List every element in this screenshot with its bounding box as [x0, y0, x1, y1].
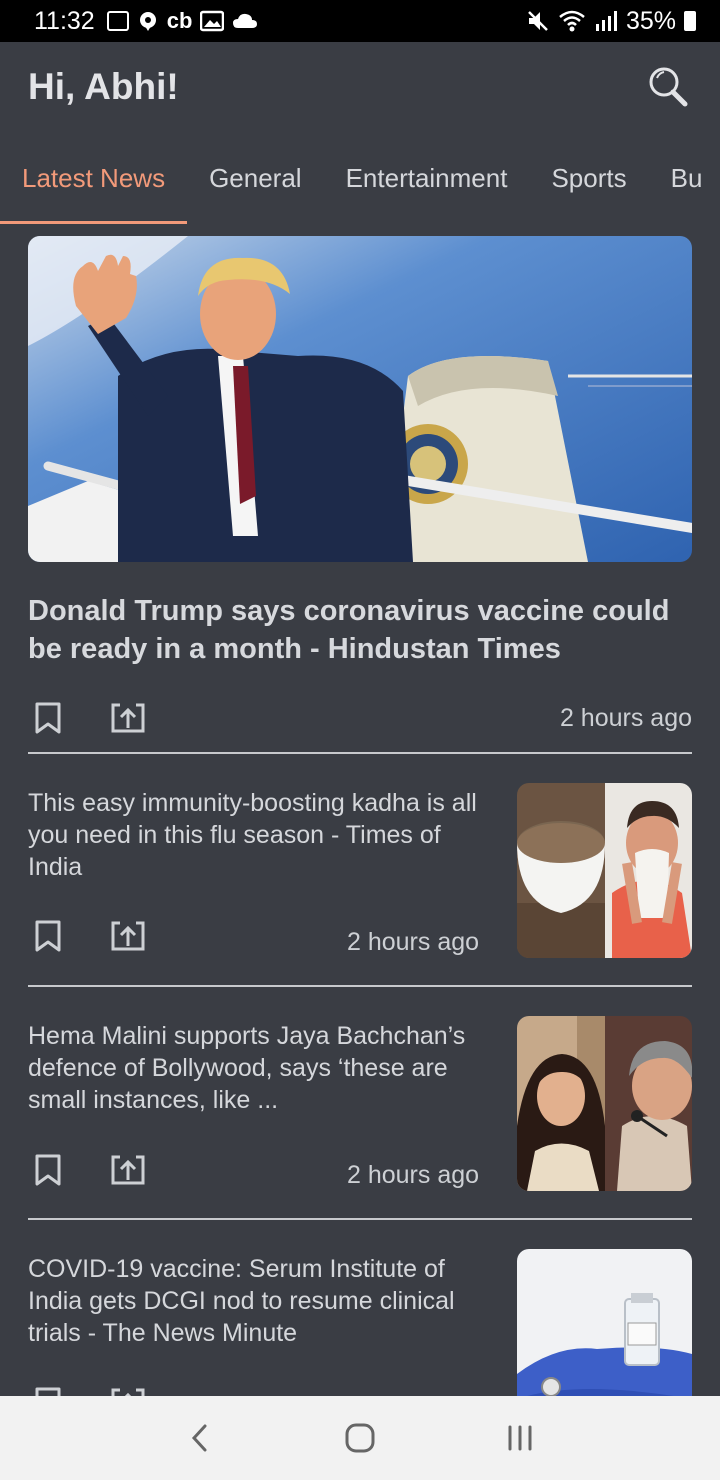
bookmark-button[interactable] [28, 916, 68, 956]
signal-icon [595, 11, 617, 31]
share-button[interactable] [108, 1150, 148, 1190]
recents-button[interactable] [490, 1408, 550, 1468]
bookmark-icon [35, 702, 61, 734]
share-icon [111, 1155, 145, 1185]
share-icon [111, 1388, 145, 1396]
chat-icon [139, 12, 156, 31]
bookmark-icon [35, 1387, 61, 1396]
hero-article-image[interactable] [28, 236, 692, 562]
search-button[interactable] [644, 63, 692, 111]
tab-business[interactable]: Bu [649, 132, 720, 224]
divider [28, 985, 692, 987]
bookmark-button[interactable] [28, 698, 68, 738]
search-icon [649, 67, 688, 107]
tab-general[interactable]: General [187, 132, 324, 224]
article-actions-kadha [28, 916, 188, 956]
gallery-icon [200, 10, 225, 32]
bookmark-icon [35, 920, 61, 952]
cloud-icon [233, 13, 258, 28]
article-time-kadha: 2 hours ago [347, 928, 480, 956]
battery-icon [684, 11, 696, 31]
system-nav-bar [0, 1396, 720, 1480]
app-header: Hi, Abhi! [0, 42, 720, 132]
tab-latest-news[interactable]: Latest News [0, 132, 188, 224]
home-button[interactable] [330, 1408, 390, 1468]
hero-article-actions [28, 698, 188, 738]
article-thumbnail-kadha[interactable] [517, 783, 692, 958]
status-time: 11:32 [34, 6, 95, 35]
battery-percent: 35% [625, 6, 676, 35]
status-bar: 11:32 cb 35% [0, 0, 720, 42]
share-icon [111, 921, 145, 951]
share-icon [111, 703, 145, 733]
hero-article-title[interactable]: Donald Trump says coronavirus vaccine co… [28, 592, 692, 668]
back-icon [191, 1424, 207, 1452]
divider [28, 752, 692, 754]
back-button[interactable] [170, 1408, 230, 1468]
article-title-serum-institute[interactable]: COVID-19 vaccine: Serum Institute of Ind… [28, 1253, 498, 1349]
article-title-kadha[interactable]: This easy immunity-boosting kadha is all… [28, 787, 498, 883]
article-thumbnail-serum-institute[interactable] [517, 1249, 692, 1396]
share-button[interactable] [108, 698, 148, 738]
bookmark-icon [35, 1154, 61, 1186]
article-actions-serum-institute [28, 1383, 188, 1396]
share-button[interactable] [108, 1383, 148, 1396]
article-title-hema-malini[interactable]: Hema Malini supports Jaya Bachchan’s def… [28, 1020, 498, 1116]
mute-icon [528, 11, 548, 31]
category-tabs: Latest News General Entertainment Sports… [0, 132, 720, 224]
calendar-icon [106, 11, 129, 31]
bookmark-button[interactable] [28, 1150, 68, 1190]
article-time-hema-malini: 2 hours ago [347, 1161, 480, 1189]
home-icon [345, 1423, 375, 1453]
recents-icon [508, 1425, 532, 1451]
notification-icons: cb [106, 8, 259, 34]
article-thumbnail-hema-malini[interactable] [517, 1016, 692, 1191]
tab-entertainment[interactable]: Entertainment [324, 132, 530, 224]
greeting-title: Hi, Abhi! [28, 66, 179, 107]
cricbuzz-icon: cb [166, 8, 193, 33]
article-actions-hema-malini [28, 1150, 188, 1190]
hero-article-time: 2 hours ago [559, 704, 692, 732]
share-button[interactable] [108, 916, 148, 956]
news-feed[interactable]: Donald Trump says coronavirus vaccine co… [0, 224, 720, 1396]
wifi-icon [559, 10, 585, 32]
system-icons: 35% [526, 7, 696, 36]
bookmark-button[interactable] [28, 1383, 68, 1396]
divider [28, 1218, 692, 1220]
tab-sports[interactable]: Sports [529, 132, 648, 224]
